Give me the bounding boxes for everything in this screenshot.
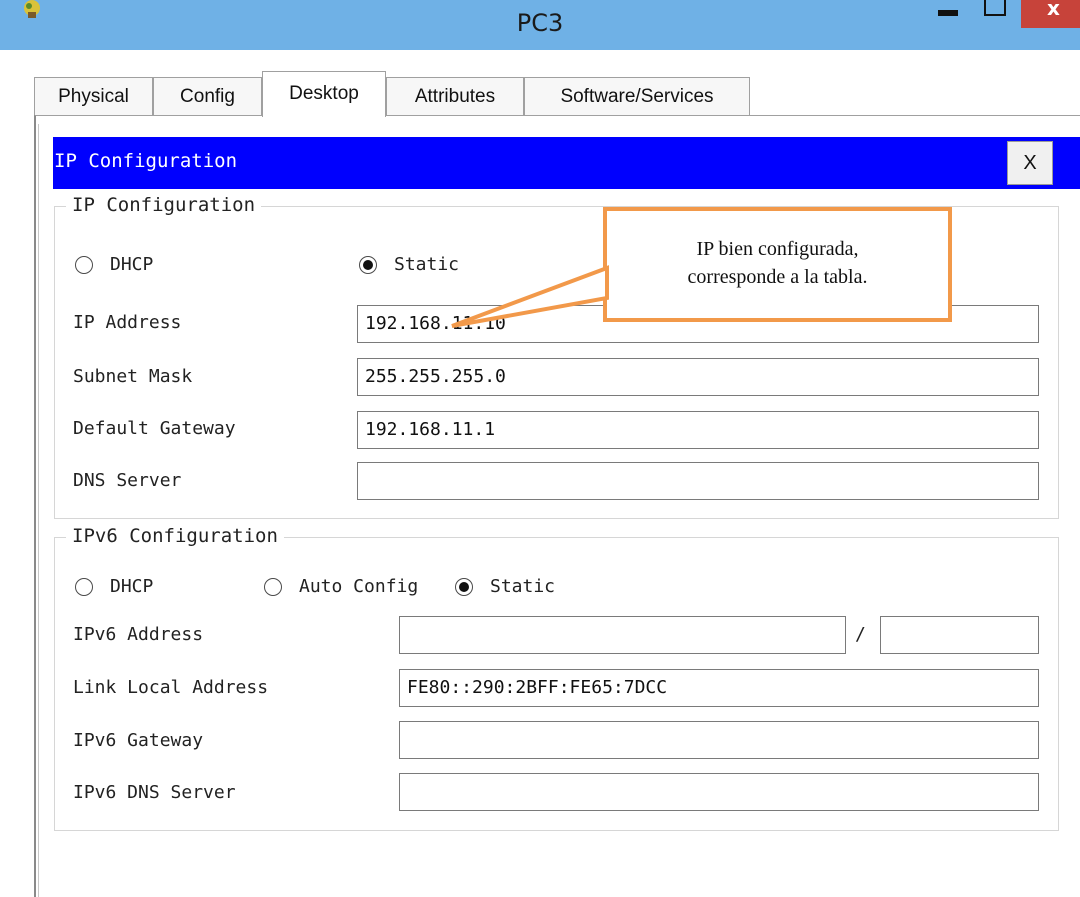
tab-attributes[interactable]: Attributes — [386, 77, 524, 115]
ip-address-label: IP Address — [73, 312, 182, 333]
ipv6-static-radio[interactable] — [455, 578, 473, 596]
panel-title: IP Configuration — [54, 150, 238, 172]
annotation-callout: IP bien configurada, corresponde a la ta… — [603, 207, 952, 322]
ipv6-prefix-input[interactable] — [880, 616, 1039, 654]
ipv6-dns-server-input[interactable] — [399, 773, 1039, 811]
ipv4-dhcp-radio[interactable] — [75, 256, 93, 274]
subnet-mask-label: Subnet Mask — [73, 366, 193, 387]
maximize-icon[interactable] — [984, 0, 1006, 16]
tab-desktop[interactable]: Desktop — [262, 71, 386, 117]
default-gateway-input[interactable]: 192.168.11.1 — [357, 411, 1039, 449]
callout-line-1: IP bien configurada, — [696, 238, 859, 260]
link-local-address-input[interactable]: FE80::290:2BFF:FE65:7DCC — [399, 669, 1039, 707]
ipv6-auto-config-radio[interactable] — [264, 578, 282, 596]
dns-server-input[interactable] — [357, 462, 1039, 500]
ipv6-static-label: Static — [490, 576, 556, 597]
minimize-icon[interactable] — [938, 10, 958, 16]
ipv6-dhcp-radio[interactable] — [75, 578, 93, 596]
ipv4-static-label: Static — [394, 254, 460, 275]
ipv6-address-label: IPv6 Address — [73, 624, 204, 645]
ipv6-gateway-input[interactable] — [399, 721, 1039, 759]
ipv6-address-input[interactable] — [399, 616, 846, 654]
tab-software-services[interactable]: Software/Services — [524, 77, 750, 115]
ipv6-gateway-label: IPv6 Gateway — [73, 730, 204, 751]
ipv6-dhcp-label: DHCP — [110, 576, 154, 597]
ipv6-auto-config-label: Auto Config — [299, 576, 419, 597]
ipv6-group-legend: IPv6 Configuration — [66, 525, 284, 547]
dns-server-label: DNS Server — [73, 470, 182, 491]
ipv6-dns-server-label: IPv6 DNS Server — [73, 782, 236, 803]
callout-line-2: corresponde a la tabla. — [687, 266, 868, 288]
panel-close-button[interactable]: X — [1007, 141, 1053, 185]
ipv4-group-legend: IP Configuration — [66, 194, 262, 216]
tab-physical[interactable]: Physical — [34, 77, 153, 115]
default-gateway-label: Default Gateway — [73, 418, 236, 439]
tab-config[interactable]: Config — [153, 77, 262, 115]
close-icon: x — [1047, 0, 1060, 20]
window-title: PC3 — [516, 9, 564, 37]
ipv6-prefix-separator: / — [855, 624, 866, 645]
ipv4-static-radio[interactable] — [359, 256, 377, 274]
subnet-mask-input[interactable]: 255.255.255.0 — [357, 358, 1039, 396]
window-close-button[interactable]: x — [1021, 0, 1080, 28]
link-local-address-label: Link Local Address — [73, 677, 269, 698]
ipv4-dhcp-label: DHCP — [110, 254, 154, 275]
